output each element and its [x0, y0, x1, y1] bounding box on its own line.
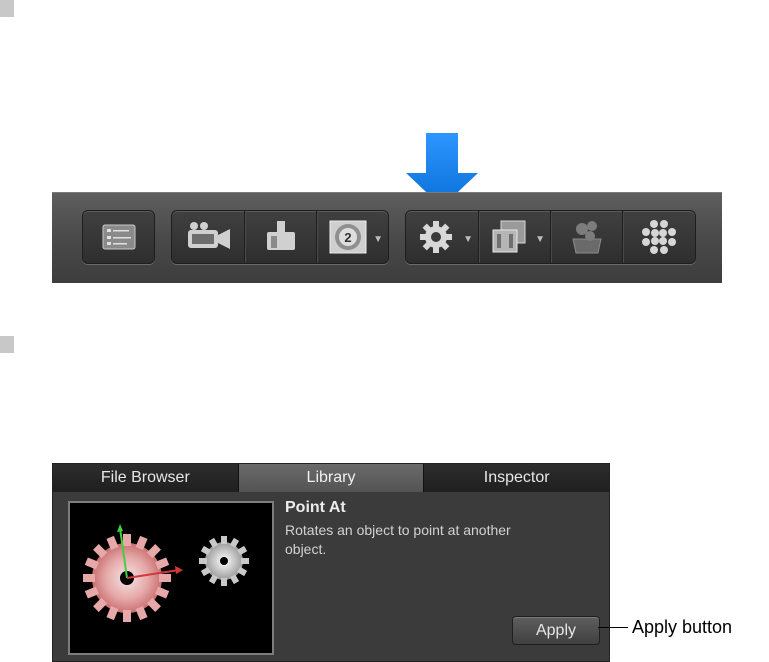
effects-button-group: ▼ ▼ [405, 210, 696, 264]
behavior-title: Point At [285, 499, 346, 516]
particles-icon [571, 221, 602, 254]
point-at-preview-image [83, 524, 249, 622]
tab-inspector[interactable]: Inspector [424, 464, 610, 492]
tab-library[interactable]: Library [238, 464, 425, 492]
callout-label: Apply button [632, 617, 733, 637]
chevron-down-icon: ▼ [463, 234, 473, 245]
add-camera-icon [188, 222, 230, 249]
layers-list-button[interactable] [83, 211, 154, 263]
tab-file-browser[interactable]: File Browser [53, 464, 239, 492]
filters-icon [492, 220, 525, 253]
callout-line [598, 627, 628, 628]
chevron-down-icon: ▼ [535, 234, 545, 245]
step-marker-1 [0, 0, 14, 17]
step-marker-2 [0, 336, 14, 353]
behaviors-button[interactable]: ▼ [406, 211, 479, 263]
generator-button[interactable]: 2 ▼ [317, 211, 388, 263]
particles-button[interactable] [551, 211, 623, 263]
layers-button-group [82, 210, 155, 264]
filters-button[interactable]: ▼ [479, 211, 551, 263]
object-button-group: 2 ▼ [171, 210, 389, 264]
countdown-generator-icon: 2 [329, 220, 366, 254]
replicator-button[interactable] [623, 211, 695, 263]
apply-button[interactable]: Apply [512, 616, 600, 645]
toolbar: 2 ▼ ▼ ▼ [52, 192, 722, 283]
panel-tabs: File Browser Library Inspector [53, 464, 610, 492]
add-light-button[interactable] [245, 211, 317, 263]
library-panel: File Browser Library Inspector Point At … [52, 463, 610, 662]
behavior-description: Rotates an object to point at another ob… [285, 522, 511, 557]
add-camera-button[interactable] [172, 211, 245, 263]
svg-text:2: 2 [344, 230, 351, 245]
behavior-preview [68, 501, 274, 655]
layers-list-icon [102, 224, 135, 250]
chevron-down-icon: ▼ [373, 234, 383, 245]
replicator-icon [642, 220, 676, 254]
add-light-icon [266, 221, 295, 250]
behaviors-gear-icon [420, 221, 452, 253]
